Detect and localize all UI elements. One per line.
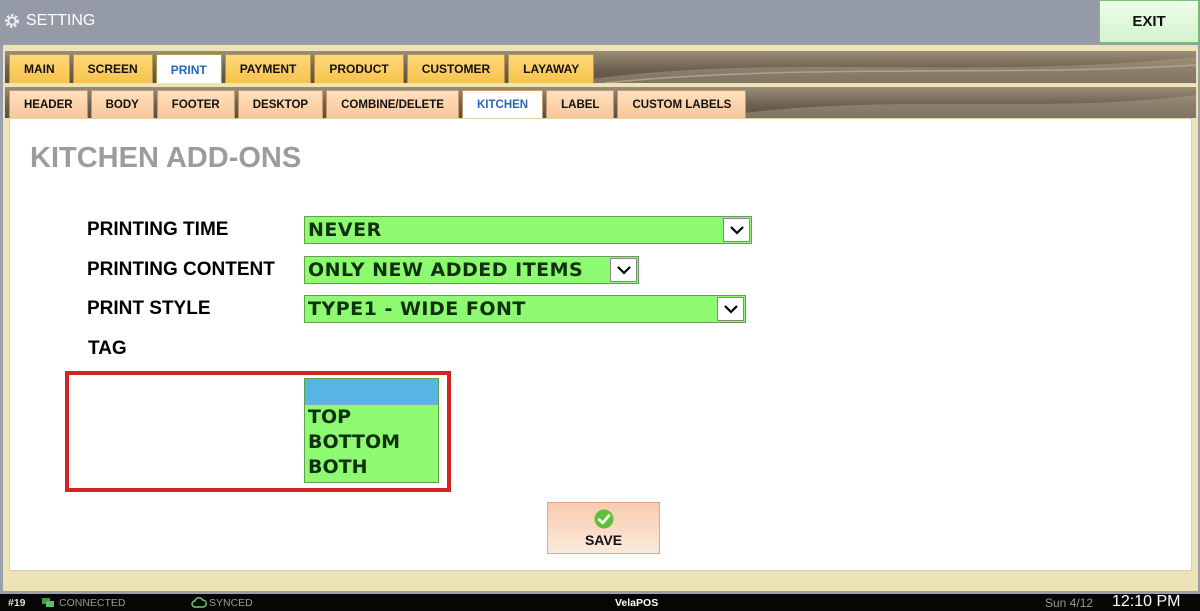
subtab-desktop[interactable]: DESKTOP bbox=[237, 90, 324, 118]
printing-content-select[interactable]: ONLY NEW ADDED ITEMS bbox=[304, 256, 639, 284]
tag-listbox[interactable]: TOP BOTTOM BOTH bbox=[304, 378, 439, 483]
print-style-select[interactable]: TYPE1 - WIDE FONT bbox=[304, 295, 746, 323]
save-button[interactable]: SAVE bbox=[547, 502, 660, 554]
chevron-down-icon[interactable] bbox=[610, 258, 637, 282]
settings-frame: MAIN SCREEN PRINT PAYMENT PRODUCT CUSTOMER LAY… bbox=[3, 45, 1198, 591]
print-style-value: TYPE1 - WIDE FONT bbox=[308, 298, 526, 320]
tag-option-blank[interactable] bbox=[305, 379, 438, 405]
subtab-label[interactable]: LABEL bbox=[546, 90, 615, 118]
gear-icon bbox=[5, 14, 19, 28]
exit-button[interactable]: EXIT bbox=[1099, 0, 1199, 43]
subtab-footer[interactable]: FOOTER bbox=[156, 90, 235, 118]
tab-main[interactable]: MAIN bbox=[9, 54, 70, 83]
tag-option-bottom[interactable]: BOTTOM bbox=[305, 430, 438, 455]
tab-payment[interactable]: PAYMENT bbox=[224, 54, 312, 83]
title-bar: SETTING EXIT bbox=[0, 0, 1200, 44]
status-bar: #19 CONNECTED SYNCED VelaPOS Sun 4/12 12… bbox=[0, 593, 1200, 611]
tag-label: TAG bbox=[88, 338, 127, 359]
printing-time-select[interactable]: NEVER bbox=[304, 216, 752, 244]
checkmark-icon bbox=[594, 509, 614, 529]
tab-product[interactable]: PRODUCT bbox=[314, 54, 404, 83]
tab-print[interactable]: PRINT bbox=[155, 54, 222, 83]
tag-option-both[interactable]: BOTH bbox=[305, 455, 438, 480]
main-tab-bar: MAIN SCREEN PRINT PAYMENT PRODUCT CUSTOMER LAY… bbox=[5, 51, 1196, 83]
status-time: 12:10 PM bbox=[1112, 593, 1181, 610]
connection-status: CONNECTED bbox=[59, 597, 126, 609]
chevron-down-icon[interactable] bbox=[723, 218, 750, 242]
cloud-sync-icon bbox=[191, 597, 207, 608]
print-style-label: PRINT STYLE bbox=[87, 298, 211, 319]
printing-content-label: PRINTING CONTENT bbox=[87, 259, 275, 280]
tag-option-top[interactable]: TOP bbox=[305, 405, 438, 430]
subtab-combine-delete[interactable]: COMBINE/DELETE bbox=[326, 90, 459, 118]
subtab-kitchen[interactable]: KITCHEN bbox=[461, 90, 544, 118]
subtab-header[interactable]: HEADER bbox=[9, 90, 88, 118]
sub-tabs: HEADER BODY FOOTER DESKTOP COMBINE/DELETE KIT… bbox=[9, 90, 749, 118]
save-label: SAVE bbox=[584, 532, 623, 548]
subtab-custom-labels[interactable]: CUSTOM LABELS bbox=[617, 90, 747, 118]
sub-tab-bar: HEADER BODY FOOTER DESKTOP COMBINE/DELETE KIT… bbox=[5, 87, 1196, 118]
terminal-number: #19 bbox=[8, 597, 26, 609]
section-heading: KITCHEN ADD-ONS bbox=[30, 142, 302, 174]
window-title: SETTING bbox=[26, 12, 96, 29]
tab-customer[interactable]: CUSTOMER bbox=[406, 54, 506, 83]
main-tabs: MAIN SCREEN PRINT PAYMENT PRODUCT CUSTOMER LAY… bbox=[9, 54, 597, 83]
settings-panel: KITCHEN ADD-ONS PRINTING TIME NEVER PRIN… bbox=[9, 118, 1192, 571]
printing-content-value: ONLY NEW ADDED ITEMS bbox=[308, 259, 584, 281]
printing-time-label: PRINTING TIME bbox=[87, 219, 229, 240]
subtab-body[interactable]: BODY bbox=[90, 90, 154, 118]
status-date: Sun 4/12 bbox=[1045, 596, 1094, 610]
chevron-down-icon[interactable] bbox=[717, 297, 744, 321]
brand-name: VelaPOS bbox=[615, 597, 659, 609]
sync-status: SYNCED bbox=[209, 597, 253, 609]
tab-layaway[interactable]: LAYAWAY bbox=[508, 54, 595, 83]
connected-icon bbox=[42, 598, 54, 607]
printing-time-value: NEVER bbox=[308, 219, 382, 241]
tab-screen[interactable]: SCREEN bbox=[72, 54, 153, 83]
